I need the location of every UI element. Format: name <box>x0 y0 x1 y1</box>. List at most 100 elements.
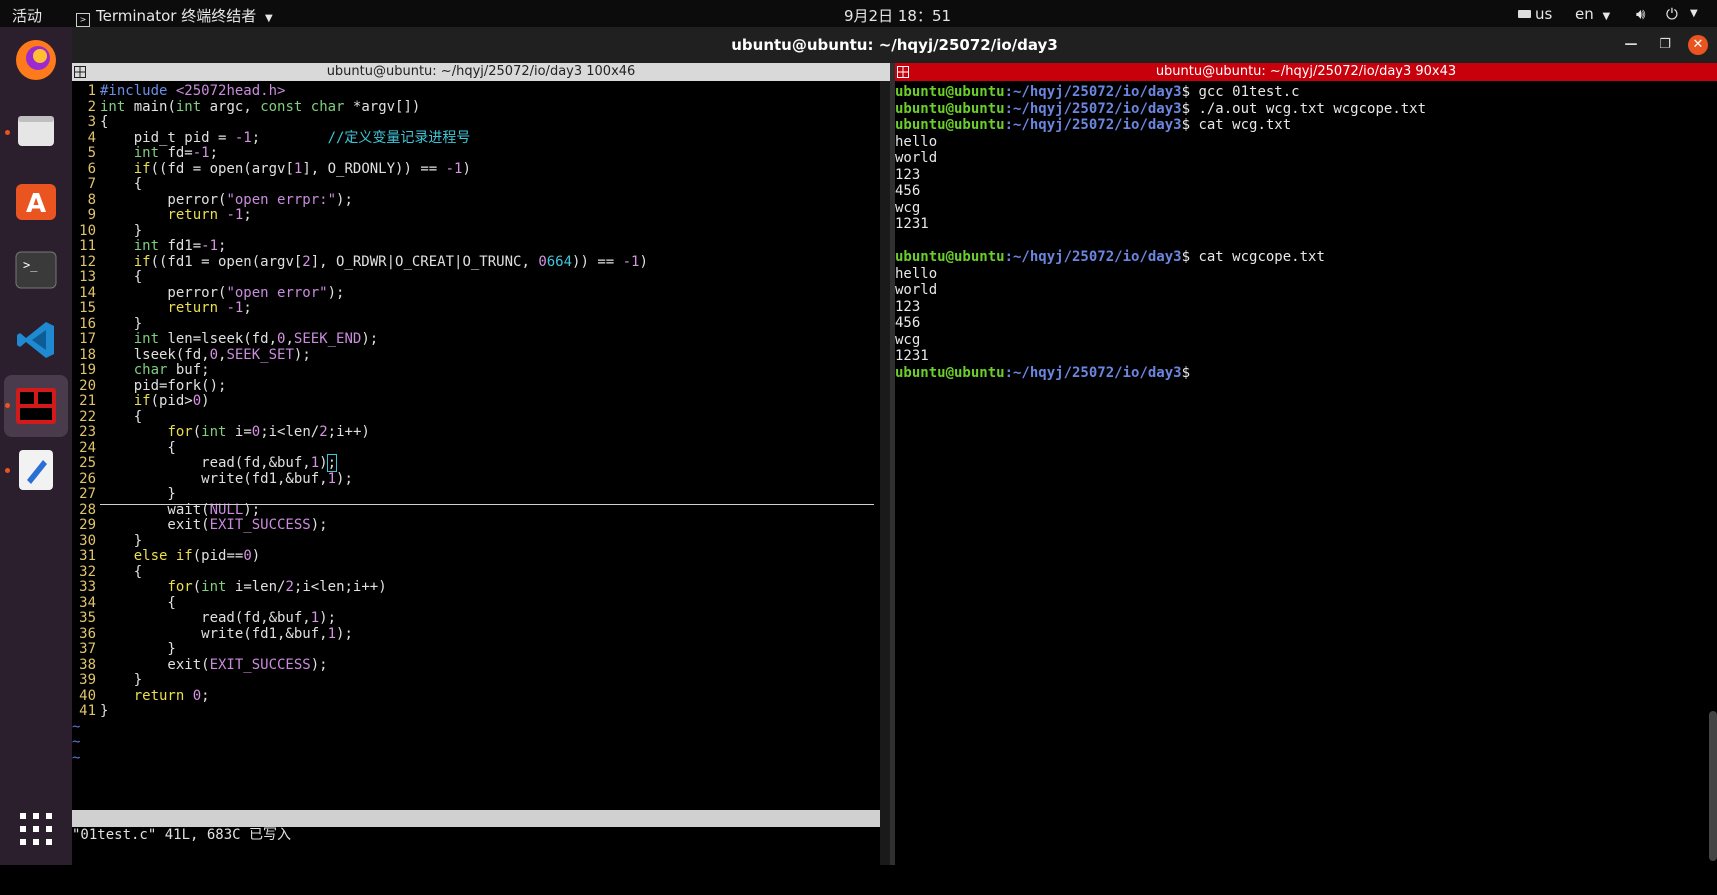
output-text: 1231 <box>895 216 929 232</box>
code-line[interactable]: 37 } <box>72 641 176 658</box>
code-text: if(pid>0) <box>133 393 210 409</box>
code-line[interactable]: 3{ <box>72 114 109 131</box>
code-line[interactable]: 40 return 0; <box>72 688 209 705</box>
line-number: 20 <box>79 377 96 394</box>
code-line[interactable]: 16 } <box>72 316 142 333</box>
window-titlebar[interactable]: ubuntu@ubuntu: ~/hqyj/25072/io/day3 — ❐ … <box>72 27 1717 63</box>
line-number: 8 <box>87 191 96 208</box>
code-line[interactable]: 17 int len=lseek(fd,0,SEEK_END); <box>72 331 378 348</box>
code-text: return -1; <box>167 207 252 223</box>
vim-message-line: "01test.c" 41L, 683C 已写入 <box>72 827 292 843</box>
files-launcher[interactable] <box>11 105 61 155</box>
code-line[interactable]: 12 if((fd1 = open(argv[2], O_RDWR|O_CREA… <box>72 254 648 271</box>
code-line[interactable]: 18 lseek(fd,0,SEEK_SET); <box>72 347 311 364</box>
code-line[interactable]: 36 write(fd1,&buf,1); <box>72 626 353 643</box>
split-grid-icon[interactable] <box>74 66 86 78</box>
vscode-icon <box>17 322 54 358</box>
code-line[interactable]: 20 pid=fork(); <box>72 378 226 395</box>
code-line[interactable]: 38 exit(EXIT_SUCCESS); <box>72 656 327 674</box>
code-line[interactable]: 26 write(fd1,&buf,1); <box>72 471 353 488</box>
keyboard-icon <box>1518 10 1531 18</box>
prompt-line: ubuntu@ubuntu:~/hqyj/25072/io/day3$ gcc … <box>895 83 1300 101</box>
power-icon[interactable]: ⏻ <box>1666 5 1678 23</box>
show-apps-button[interactable] <box>11 804 61 854</box>
folder-icon <box>18 116 54 146</box>
scrollbar[interactable] <box>880 81 890 865</box>
code-line[interactable]: 34 { <box>72 595 176 612</box>
line-number: 29 <box>79 517 96 533</box>
prompt-path: :~/hqyj/25072/io/day3 <box>1004 100 1182 117</box>
chevron-down-icon: ▼ <box>1602 11 1611 22</box>
code-line[interactable]: 9 return -1; <box>72 207 252 224</box>
code-line[interactable]: 1 #include <25072head.h> <box>72 83 286 100</box>
code-line[interactable]: 27 } <box>72 486 176 503</box>
firefox-launcher[interactable] <box>11 35 61 85</box>
running-indicator <box>5 468 10 473</box>
code-text: write(fd1,&buf,1); <box>100 470 353 487</box>
code-line[interactable]: 10 } <box>72 223 142 240</box>
code-line[interactable]: 15 return -1; <box>72 300 252 317</box>
code-line[interactable]: 7 { <box>72 176 143 193</box>
code-line[interactable]: 13 { <box>72 269 142 286</box>
prompt-symbol: $ <box>1181 117 1199 133</box>
text-editor-launcher[interactable] <box>11 445 61 495</box>
code-line[interactable]: 19 char buf; <box>72 362 209 379</box>
app-menu[interactable]: > Terminator 终端终结者 ▼ <box>76 5 273 27</box>
vscode-launcher[interactable] <box>11 315 61 365</box>
line-number: 36 <box>79 625 96 642</box>
minimize-button[interactable]: — <box>1621 35 1641 55</box>
code-line[interactable]: 31 else if(pid==0) <box>72 548 260 565</box>
vim-editor[interactable]: 1 #include <25072head.h> 2 int main(int arg… <box>72 81 890 877</box>
line-number: 38 <box>79 656 96 673</box>
left-pane-titlebar[interactable]: ubuntu@ubuntu: ~/hqyj/25072/io/day3 100x… <box>72 63 890 81</box>
prompt-symbol: $ <box>1181 84 1199 100</box>
split-grid-icon[interactable] <box>897 66 909 78</box>
code-line[interactable]: 2 int main(int argc, const char *argv[]) <box>72 99 421 116</box>
code-line[interactable]: 8 perror("open errpr:"); <box>72 192 353 209</box>
code-line[interactable]: 5 int fd=-1; <box>72 145 218 162</box>
code-line[interactable]: 29 exit(EXIT_SUCCESS); <box>72 517 328 534</box>
code-line[interactable]: 24 { <box>72 440 176 457</box>
code-line[interactable]: 11 int fd1=-1; <box>72 238 226 255</box>
close-button[interactable]: ✕ <box>1688 35 1708 55</box>
code-line[interactable]: 30 } <box>72 533 142 550</box>
right-pane-titlebar[interactable]: ubuntu@ubuntu: ~/hqyj/25072/io/day3 90x4… <box>895 63 1717 81</box>
output-line: wcg <box>895 199 920 217</box>
prompt-path: :~/hqyj/25072/io/day3 <box>1004 249 1182 265</box>
code-text: exit(EXIT_SUCCESS); <box>100 517 328 533</box>
code-line[interactable]: 4 pid_t pid = -1; //定义变量记录进程号 <box>72 130 471 147</box>
activities-button[interactable]: 活动 <box>12 5 42 26</box>
line-number: 19 <box>79 362 96 378</box>
code-line[interactable]: 23 for(int i=0;i<len/2;i++) <box>72 424 370 441</box>
scrollbar[interactable] <box>1709 711 1717 861</box>
terminal-output[interactable]: ubuntu@ubuntu:~/hqyj/25072/io/day3$ gcc … <box>895 81 1717 865</box>
code-line[interactable]: 21 if(pid>0) <box>72 393 210 410</box>
language-menu[interactable]: en ▼ <box>1575 5 1610 23</box>
output-line: hello <box>895 133 937 151</box>
code-line[interactable]: 39 } <box>72 672 142 689</box>
code-line[interactable]: 14 perror("open error"); <box>72 285 344 302</box>
line-number: 1 <box>87 83 96 99</box>
keyboard-indicator[interactable]: us <box>1518 5 1552 23</box>
code-line[interactable]: 22 { <box>72 409 142 426</box>
maximize-button[interactable]: ❐ <box>1655 35 1675 55</box>
chevron-down-icon[interactable]: ▼ <box>1690 8 1698 19</box>
line-number: 33 <box>79 579 96 595</box>
line-number: 18 <box>79 346 96 363</box>
volume-icon[interactable]: 🔊︎ <box>1636 5 1645 23</box>
running-indicator <box>5 403 10 408</box>
prompt-path: :~/hqyj/25072/io/day3 <box>1004 117 1182 133</box>
terminal-launcher[interactable]: >_ <box>11 245 61 295</box>
terminator-launcher[interactable] <box>11 381 61 431</box>
window-title: ubuntu@ubuntu: ~/hqyj/25072/io/day3 <box>731 36 1058 54</box>
clock[interactable]: 9月2日 18：51 <box>844 5 951 26</box>
code-line[interactable]: 41} <box>72 703 108 720</box>
software-launcher[interactable]: A <box>11 175 61 225</box>
code-text: { <box>100 408 143 425</box>
code-line[interactable]: 6 if((fd = open(argv[1], O_RDONLY)) == -… <box>72 161 471 178</box>
code-line[interactable]: 35 read(fd,&buf,1); <box>72 610 336 627</box>
code-line[interactable]: 25 read(fd,&buf,1); <box>72 454 338 472</box>
code-line[interactable]: 32 { <box>72 564 142 581</box>
code-line[interactable]: 33 for(int i=len/2;i<len;i++) <box>72 579 387 596</box>
command-text: ./a.out wcg.txt wcgcope.txt <box>1198 100 1427 117</box>
